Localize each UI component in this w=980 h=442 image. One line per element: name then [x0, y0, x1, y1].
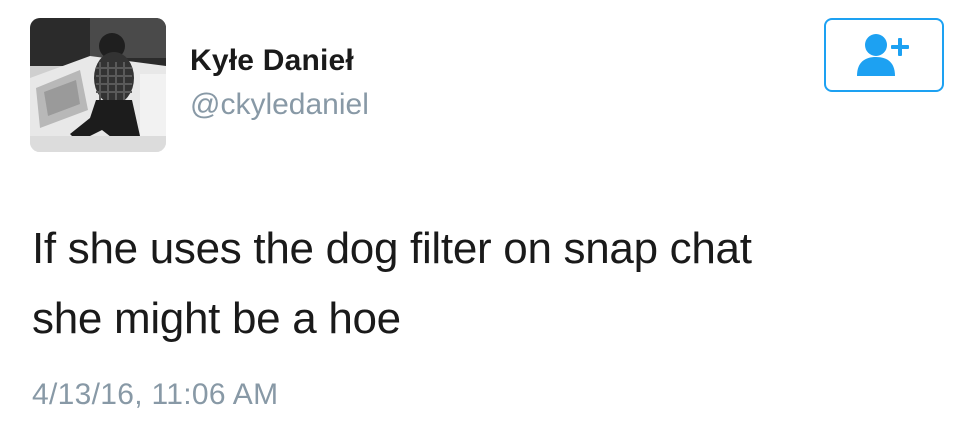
tweet-timestamp[interactable]: 4/13/16, 11:06 AM [32, 378, 278, 412]
tweet-card: Kyłe Danieł @ckyledaniel If she uses the… [0, 0, 980, 442]
display-name[interactable]: Kyłe Danieł [190, 44, 354, 78]
follow-button[interactable] [824, 18, 944, 92]
tweet-text-line: she might be a hoe [32, 294, 401, 343]
add-user-icon [857, 34, 909, 76]
avatar[interactable] [30, 18, 166, 152]
tweet-text: If she uses the dog filter on snap chat … [32, 214, 952, 354]
user-handle[interactable]: @ckyledaniel [190, 88, 369, 122]
profile-photo-icon [30, 18, 166, 152]
tweet-text-line: If she uses the dog filter on snap chat [32, 224, 752, 273]
